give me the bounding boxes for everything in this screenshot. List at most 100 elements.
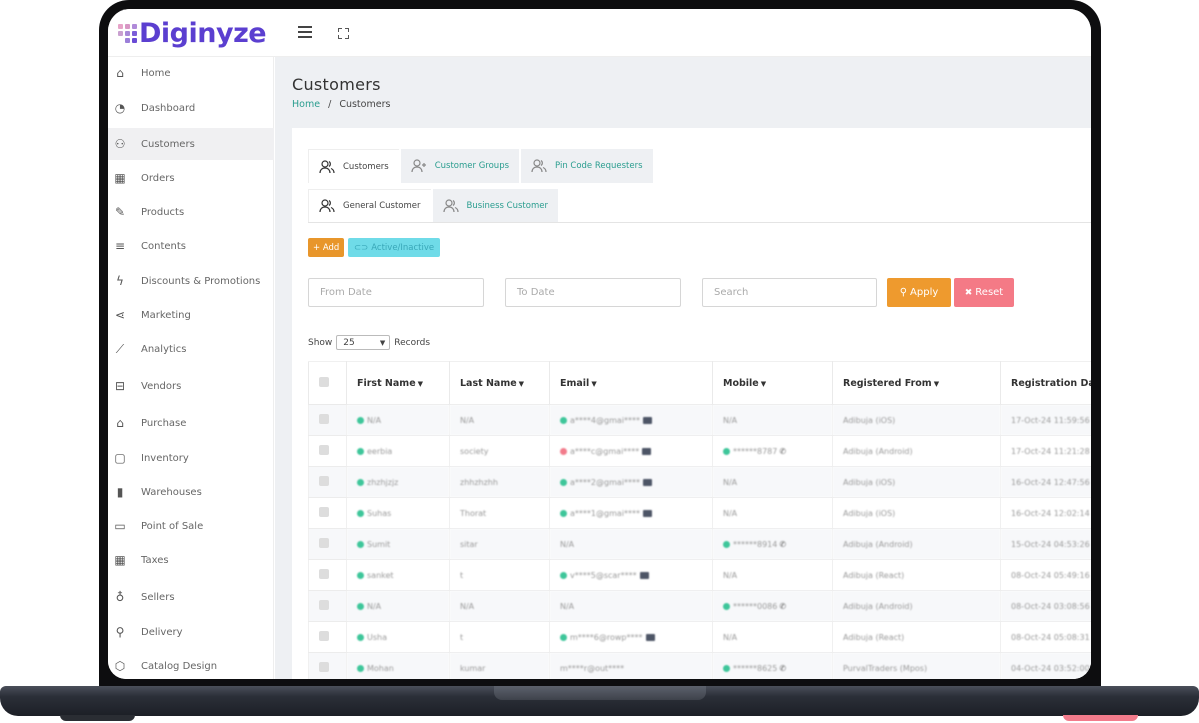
sidebar-item-sellers[interactable]: ♁ Sellers bbox=[108, 581, 274, 613]
sidebar-item-catalog-design[interactable]: ⬡ Catalog Design bbox=[108, 650, 274, 679]
verified-icon bbox=[560, 509, 567, 517]
row-checkbox[interactable] bbox=[319, 476, 329, 486]
table-row[interactable]: N/A N/A a****4@gmai**** N/A Adibuja (iOS) 17-… bbox=[308, 404, 1091, 436]
cell-email: N/A bbox=[549, 590, 713, 622]
tab-label: Pin Code Requesters bbox=[555, 161, 643, 171]
table-body: N/A N/A a****4@gmai**** N/A Adibuja (iOS) 17-… bbox=[308, 404, 1091, 679]
sidebar-item-analytics[interactable]: ⟋ Analytics bbox=[108, 333, 274, 365]
to-date-input[interactable]: To Date bbox=[505, 278, 681, 307]
expand-icon[interactable] bbox=[338, 28, 349, 39]
table-row[interactable]: N/A N/A N/A ******0086 ✆ Adibuja (Android) 08-… bbox=[308, 590, 1091, 622]
cell-last-name: zhhzhzhh bbox=[449, 466, 550, 498]
cell-registration-date: 16-Oct-24 12:02:14 bbox=[1000, 497, 1091, 529]
active-inactive-button[interactable]: ⊂⊃ Active/Inactive bbox=[348, 238, 441, 257]
add-button[interactable]: + Add bbox=[308, 238, 345, 257]
column-header-last-name[interactable]: Last Name ▼ bbox=[449, 361, 550, 405]
mobile: ******8787 bbox=[733, 446, 778, 456]
last-name: N/A bbox=[460, 415, 475, 425]
records-select[interactable]: 25 ▼ bbox=[336, 335, 391, 350]
verified-icon bbox=[560, 633, 567, 641]
column-header-registration-date[interactable]: Registration Date bbox=[1000, 361, 1091, 405]
table-row[interactable]: Suhas Thorat a****1@gmai**** N/A Adibuja (iO… bbox=[308, 497, 1091, 529]
search-input[interactable]: Search bbox=[702, 278, 877, 307]
sidebar-item-inventory[interactable]: ▢ Inventory bbox=[108, 442, 274, 474]
sidebar-item-products[interactable]: ✎ Products bbox=[108, 196, 274, 228]
column-label: Email bbox=[560, 377, 590, 389]
from-date-input[interactable]: From Date bbox=[308, 278, 484, 307]
logo[interactable]: Diginyze bbox=[118, 17, 267, 49]
row-checkbox[interactable] bbox=[319, 662, 329, 672]
sidebar: ⌂ Home ◔ Dashboard ⚇ Customers ▦ Orders ✎ Pro… bbox=[108, 57, 274, 679]
customers-card: Customers Customer Groups Pin Code Reque… bbox=[292, 128, 1091, 679]
envelope-icon bbox=[642, 447, 652, 455]
sidebar-item-marketing[interactable]: ⋖ Marketing bbox=[108, 299, 274, 331]
row-checkbox[interactable] bbox=[319, 569, 329, 579]
verified-icon bbox=[357, 416, 364, 424]
phone-icon: ✆ bbox=[779, 601, 787, 611]
reset-button[interactable]: ✖ Reset bbox=[954, 278, 1014, 307]
row-checkbox-cell bbox=[308, 435, 347, 467]
sidebar-item-orders[interactable]: ▦ Orders bbox=[108, 162, 274, 194]
sidebar-item-delivery[interactable]: ⚲ Delivery bbox=[108, 616, 274, 648]
table-header-row: First Name ▼ Last Name ▼ Email ▼ Mobile ▼ Re… bbox=[308, 361, 1091, 405]
building-icon: ▮ bbox=[116, 485, 124, 499]
last-name: society bbox=[460, 446, 489, 456]
table-row[interactable]: Sumit sitar N/A ******8914 ✆ Adibuja (Android… bbox=[308, 528, 1091, 560]
reset-label: Reset bbox=[975, 287, 1004, 298]
registered-from: Adibuja (Android) bbox=[843, 601, 913, 611]
column-header-first-name[interactable]: First Name ▼ bbox=[346, 361, 450, 405]
tab-label: Customer Groups bbox=[434, 161, 510, 171]
breadcrumb-home[interactable]: Home bbox=[292, 99, 320, 110]
tab-customer-groups[interactable]: Customer Groups bbox=[400, 149, 520, 183]
users-icon bbox=[319, 159, 335, 174]
users-icon bbox=[319, 199, 335, 213]
registration-date: 08-Oct-24 03:08:56 bbox=[1011, 601, 1090, 611]
envelope-icon bbox=[639, 571, 649, 579]
secondary-tabs: General Customer Business Customer bbox=[308, 189, 1091, 223]
sidebar-item-point-of-sale[interactable]: ▭ Point of Sale bbox=[108, 510, 274, 542]
row-checkbox-cell bbox=[308, 621, 347, 653]
tab-business-customer[interactable]: Business Customer bbox=[432, 189, 558, 222]
column-label: Registered From bbox=[843, 377, 932, 389]
hamburger-icon[interactable] bbox=[298, 26, 312, 38]
envelope-icon bbox=[643, 478, 652, 486]
sidebar-item-purchase[interactable]: ⌂ Purchase bbox=[108, 407, 274, 439]
row-checkbox[interactable] bbox=[319, 445, 329, 455]
tab-general-customer[interactable]: General Customer bbox=[308, 189, 431, 222]
row-checkbox-cell bbox=[308, 497, 347, 529]
table-row[interactable]: Mohan kumar m****r@out**** ******8625 ✆ Purva… bbox=[308, 652, 1091, 679]
column-header-email[interactable]: Email ▼ bbox=[549, 361, 713, 405]
tab-pin-code-requesters[interactable]: Pin Code Requesters bbox=[521, 149, 653, 183]
sidebar-item-dashboard[interactable]: ◔ Dashboard bbox=[108, 92, 274, 124]
sidebar-item-discounts[interactable]: ϟ Discounts & Promotions bbox=[108, 265, 274, 297]
row-checkbox[interactable] bbox=[319, 538, 329, 548]
cell-registered-from: Adibuja (React) bbox=[832, 621, 1001, 653]
column-header-mobile[interactable]: Mobile ▼ bbox=[712, 361, 833, 405]
column-header-registered-from[interactable]: Registered From ▼ bbox=[832, 361, 1001, 405]
select-all-checkbox[interactable] bbox=[319, 376, 329, 387]
apply-button[interactable]: ⚲ Apply bbox=[887, 278, 951, 307]
registered-from: Adibuja (React) bbox=[843, 632, 905, 642]
select-all-checkbox-cell bbox=[308, 361, 347, 405]
sidebar-item-customers[interactable]: ⚇ Customers bbox=[108, 128, 274, 160]
sidebar-item-home[interactable]: ⌂ Home bbox=[108, 57, 274, 89]
sidebar-item-contents[interactable]: ≡ Contents bbox=[108, 230, 274, 262]
cell-mobile: ******8625 ✆ bbox=[712, 652, 833, 679]
row-checkbox[interactable] bbox=[319, 631, 329, 641]
table-row[interactable]: zhzhjzjz zhhzhzhh a****2@gmai**** N/A Adibuj… bbox=[308, 466, 1091, 498]
customers-table: First Name ▼ Last Name ▼ Email ▼ Mobile ▼ Re… bbox=[308, 361, 1091, 679]
sort-caret-icon: ▼ bbox=[760, 379, 767, 388]
table-row[interactable]: eerbia society a****c@gmai**** ******8787 ✆ A… bbox=[308, 435, 1091, 467]
verified-icon bbox=[357, 509, 364, 517]
sidebar-item-vendors[interactable]: ⊟ Vendors bbox=[108, 370, 274, 402]
sidebar-item-taxes[interactable]: ▦ Taxes bbox=[108, 544, 274, 576]
gauge-icon: ◔ bbox=[114, 101, 126, 115]
sidebar-item-warehouses[interactable]: ▮ Warehouses bbox=[108, 476, 274, 508]
row-checkbox[interactable] bbox=[319, 414, 329, 424]
primary-tabs: Customers Customer Groups Pin Code Reque… bbox=[308, 149, 655, 183]
tab-customers[interactable]: Customers bbox=[308, 149, 399, 183]
table-row[interactable]: Usha t m****6@rowp**** N/A Adibuja (React) 08… bbox=[308, 621, 1091, 653]
row-checkbox[interactable] bbox=[319, 507, 329, 517]
table-row[interactable]: sanket t v****5@scar**** N/A Adibuja (React)… bbox=[308, 559, 1091, 591]
row-checkbox[interactable] bbox=[319, 600, 329, 610]
